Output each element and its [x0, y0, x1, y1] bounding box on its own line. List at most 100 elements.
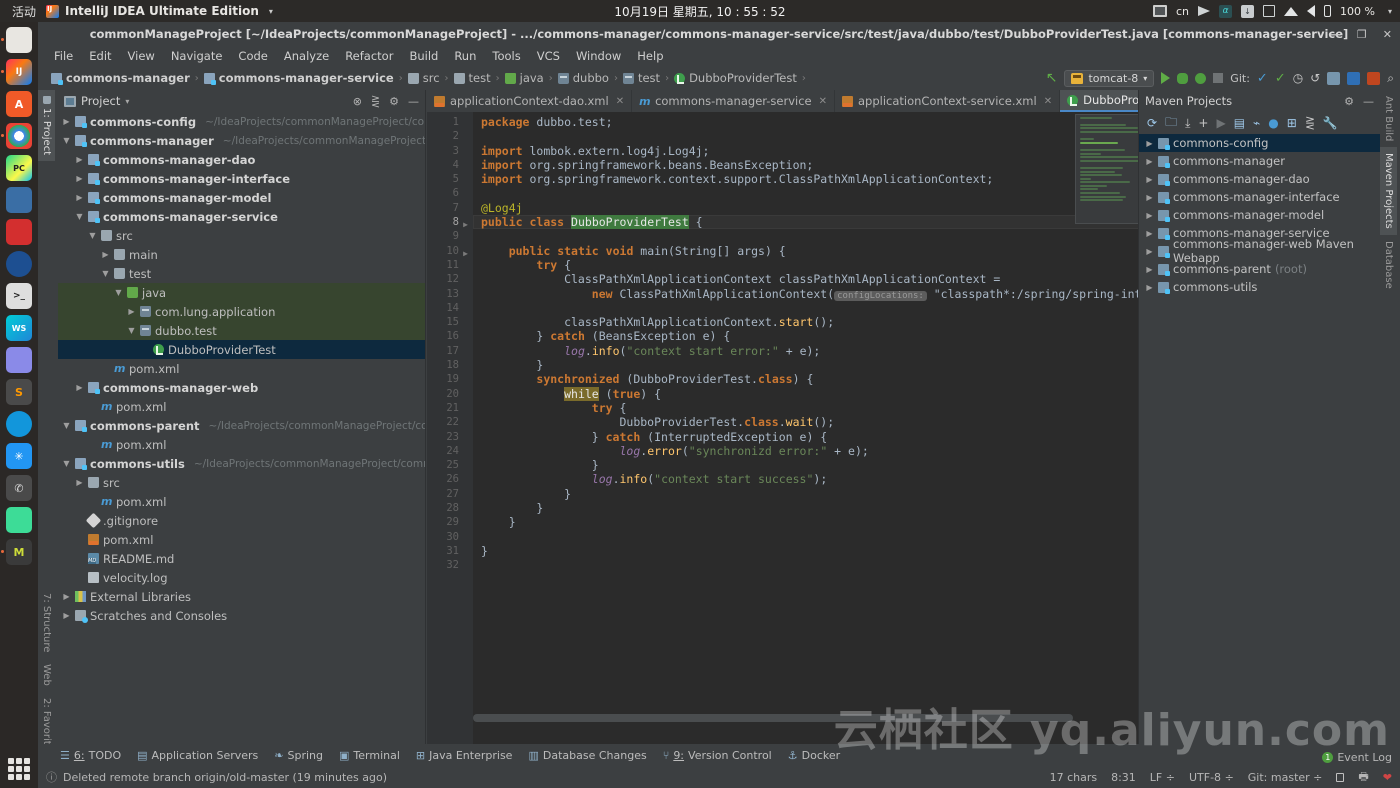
battery-icon[interactable] [1324, 5, 1332, 17]
dock-item-navicat-icon[interactable] [6, 507, 32, 533]
gutter-line-3[interactable]: 3 [427, 144, 473, 158]
run-with-coverage-icon[interactable] [1195, 72, 1207, 84]
editor-code-content[interactable]: package dubbo.test; import lombok.extern.… [473, 112, 1171, 744]
tree-node-commons-manager[interactable]: ▼ commons-manager ~/IdeaProjects/commonMan… [58, 131, 425, 150]
menu-edit[interactable]: Edit [81, 47, 119, 65]
printer-icon[interactable]: 🖶 [1358, 768, 1368, 787]
notification-icon[interactable]: ❤ [1383, 771, 1392, 784]
code-line-11[interactable]: try { [473, 258, 1171, 272]
close-icon[interactable]: ✕ [1044, 96, 1052, 107]
toggle-offline-icon[interactable]: ● [1268, 116, 1278, 130]
maven-item-commons-manager-web-maven-webapp[interactable]: ▶ commons-manager-web Maven Webapp [1139, 237, 1380, 265]
bottom-tab-database-changes[interactable]: ▥ Database Changes [528, 749, 646, 762]
menu-code[interactable]: Code [230, 47, 275, 65]
chevron-down-icon[interactable]: ▼ [88, 231, 97, 240]
dock-item-webstorm-icon[interactable]: WS [6, 315, 32, 341]
tree-node-dubbo-test[interactable]: ▼ dubbo.test [58, 321, 425, 340]
code-line-22[interactable]: DubboProviderTest.class.wait(); [473, 415, 1171, 429]
line-separator[interactable]: LF ÷ [1150, 771, 1175, 784]
chevron-down-icon[interactable]: ▾ [125, 97, 129, 106]
gutter-line-13[interactable]: 13 [427, 287, 473, 301]
activities-button[interactable]: 活动 [0, 3, 46, 20]
chevron-right-icon[interactable]: ▶ [75, 383, 84, 392]
gutter-line-6[interactable]: 6 [427, 186, 473, 200]
hide-icon[interactable]: — [1363, 95, 1374, 108]
chevron-right-icon[interactable]: ▶ [1145, 175, 1154, 184]
tree-node-scratches-and-consoles[interactable]: ▶ Scratches and Consoles [58, 606, 425, 625]
code-line-6[interactable] [473, 186, 1171, 200]
gutter-line-12[interactable]: 12 [427, 272, 473, 286]
tree-node-pom-xml[interactable]: m pom.xml [58, 359, 425, 378]
bottom-tab-application-servers[interactable]: ▤ Application Servers [137, 749, 258, 762]
sidebar-item-ant-build[interactable]: Ant Build [1380, 90, 1397, 147]
sidebar-item-structure[interactable]: 7: Structure [38, 587, 55, 658]
code-editor[interactable]: 1 2 3 4 5 6 7 8 ▶ 9 10 ▶ 11 12 13 14 15 16 17 18 19 20 21 22 23 2… [427, 112, 1171, 744]
chevron-right-icon[interactable]: ▶ [101, 250, 110, 259]
chevron-down-icon[interactable]: ▼ [101, 269, 110, 278]
chevron-right-icon[interactable]: ▶ [1145, 247, 1154, 256]
navbar-crumb-commons-manager-service[interactable]: commons-manager-service [199, 71, 399, 85]
tree-node-commons-manager-service[interactable]: ▼ commons-manager-service [58, 207, 425, 226]
tray-chevron-down-icon[interactable]: ▾ [1388, 7, 1392, 16]
code-line-24[interactable]: log.error("synchronizd error:" + e); [473, 444, 1171, 458]
navbar-crumb-test[interactable]: test [449, 71, 496, 85]
close-icon[interactable]: ✕ [819, 96, 827, 107]
maven-item-commons-config[interactable]: ▶ commons-config [1139, 134, 1380, 152]
code-line-5[interactable]: import org.springframework.context.suppo… [473, 172, 1171, 186]
gutter-line-1[interactable]: 1 [427, 115, 473, 129]
tree-node-commons-utils[interactable]: ▼ commons-utils ~/IdeaProjects/commonManag… [58, 454, 425, 473]
code-line-31[interactable]: } [473, 544, 1171, 558]
gutter-line-22[interactable]: 22 [427, 415, 473, 429]
tree-node-pom-xml[interactable]: m pom.xml [58, 492, 425, 511]
event-log-widget[interactable]: 1 Event Log [1322, 751, 1392, 764]
code-line-25[interactable]: } [473, 458, 1171, 472]
chevron-right-icon[interactable]: ▶ [1145, 211, 1154, 220]
code-line-16[interactable]: } catch (BeansException e) { [473, 329, 1171, 343]
code-line-26[interactable]: log.info("context start success"); [473, 472, 1171, 486]
calendar-icon[interactable] [1263, 5, 1276, 17]
chevron-right-icon[interactable]: ▶ [75, 193, 84, 202]
tree-node-commons-manager-web[interactable]: ▶ commons-manager-web [58, 378, 425, 397]
maximize-button[interactable]: ❐ [1357, 28, 1367, 41]
code-line-9[interactable] [473, 229, 1171, 243]
expand-collapse-icon[interactable]: ⋛ [371, 95, 380, 108]
chevron-right-icon[interactable]: ▶ [62, 117, 71, 126]
code-line-14[interactable] [473, 301, 1171, 315]
tree-node-commons-parent[interactable]: ▼ commons-parent ~/IdeaProjects/commonMana… [58, 416, 425, 435]
menu-tools[interactable]: Tools [484, 47, 528, 65]
gutter-line-2[interactable]: 2 [427, 129, 473, 143]
gutter-line-24[interactable]: 24 [427, 444, 473, 458]
navbar-crumb-java[interactable]: java [500, 71, 549, 85]
code-line-30[interactable] [473, 530, 1171, 544]
code-line-21[interactable]: try { [473, 401, 1171, 415]
gutter-line-23[interactable]: 23 [427, 430, 473, 444]
code-line-8[interactable]: public class DubboProviderTest { [473, 215, 1171, 230]
bottom-tab-terminal[interactable]: ▣ Terminal [339, 749, 400, 762]
code-line-10[interactable]: public static void main(String[] args) { [473, 244, 1171, 258]
downloader-icon[interactable]: ↓ [1241, 4, 1255, 18]
gutter-line-9[interactable]: 9 [427, 229, 473, 243]
tree-node-dubboprovidertest[interactable]: DubboProviderTest [58, 340, 425, 359]
gutter-line-25[interactable]: 25 [427, 458, 473, 472]
caret-position[interactable]: 8:31 [1111, 771, 1136, 784]
input-method-label[interactable]: cn [1176, 5, 1189, 18]
sdk-icon[interactable] [1367, 71, 1381, 85]
dock-item-pycharm-icon[interactable]: PC [6, 155, 32, 181]
minimize-button[interactable]: — [1330, 28, 1341, 41]
chevron-right-icon[interactable]: ▶ [1145, 229, 1154, 238]
gutter-line-30[interactable]: 30 [427, 530, 473, 544]
bottom-tab-java-enterprise[interactable]: ⊞ Java Enterprise [416, 749, 513, 762]
dock-item-motrix-icon[interactable]: M [1, 539, 32, 565]
navbar-crumb-test-pkg[interactable]: test [618, 71, 665, 85]
settings-icon[interactable] [1347, 71, 1361, 85]
code-line-27[interactable]: } [473, 487, 1171, 501]
add-icon[interactable]: + [1198, 116, 1208, 130]
download-sources-icon[interactable]: ⤓ [1185, 116, 1190, 131]
maven-item-commons-manager-model[interactable]: ▶ commons-manager-model [1139, 206, 1380, 224]
chevron-down-icon[interactable]: ▼ [127, 326, 136, 335]
gutter-line-15[interactable]: 15 [427, 315, 473, 329]
tree-node-main[interactable]: ▶ main [58, 245, 425, 264]
maven-item-commons-utils[interactable]: ▶ commons-utils [1139, 278, 1380, 296]
menu-analyze[interactable]: Analyze [276, 47, 337, 65]
rollback-icon[interactable]: ↺ [1310, 71, 1320, 85]
